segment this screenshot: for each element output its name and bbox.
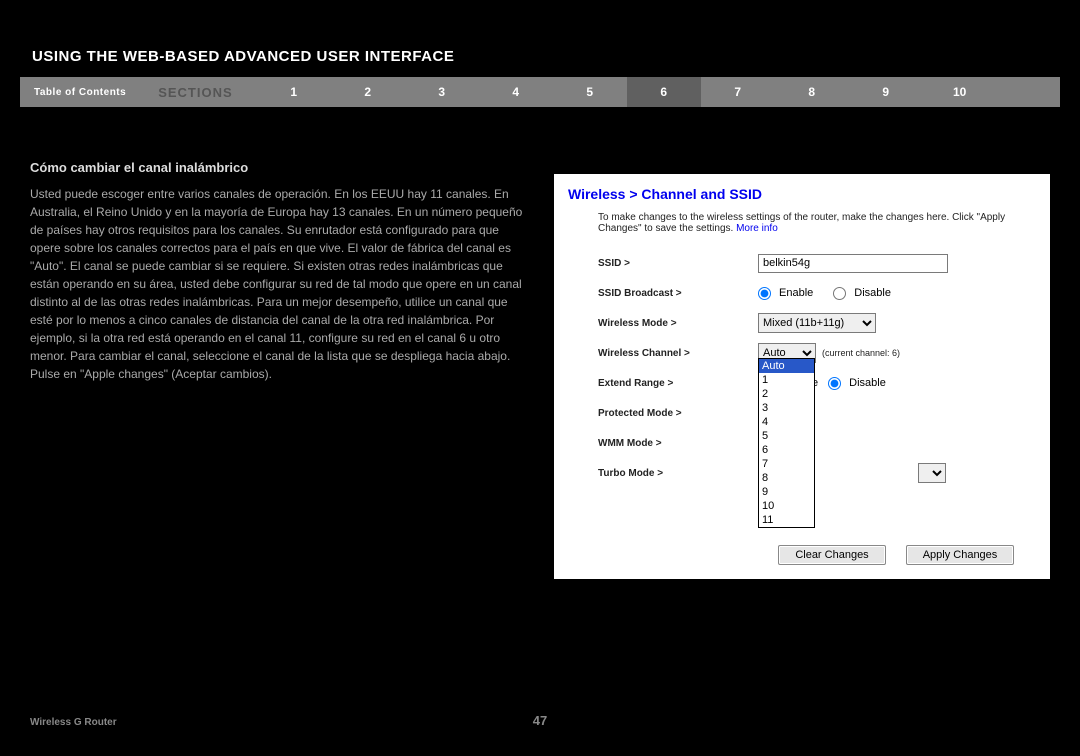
label-protected-mode[interactable]: Protected Mode > [598, 408, 758, 419]
body-paragraph: Usted puede escoger entre varios canales… [30, 185, 525, 383]
more-info-link[interactable]: More info [736, 223, 778, 234]
nav-section-4[interactable]: 4 [479, 85, 553, 99]
label-turbo-mode[interactable]: Turbo Mode > [598, 468, 758, 479]
channel-option[interactable]: Auto [759, 359, 814, 373]
panel-description: To make changes to the wireless settings… [554, 208, 1050, 242]
disable-label-2: Disable [849, 377, 886, 389]
nav-section-8[interactable]: 8 [775, 85, 849, 99]
left-content: Cómo cambiar el canal inalámbrico Usted … [30, 160, 525, 383]
label-ssid[interactable]: SSID > [598, 258, 758, 269]
nav-toc-link[interactable]: Table of Contents [20, 87, 140, 98]
channel-option[interactable]: 3 [759, 401, 814, 415]
channel-option[interactable]: 7 [759, 457, 814, 471]
nav-section-9[interactable]: 9 [849, 85, 923, 99]
wireless-mode-select[interactable]: Mixed (11b+11g) [758, 313, 876, 333]
nav-section-6[interactable]: 6 [627, 77, 701, 107]
enable-label: Enable [779, 287, 813, 299]
apply-changes-button[interactable]: Apply Changes [906, 545, 1014, 565]
channel-option[interactable]: 8 [759, 471, 814, 485]
extend-range-disable-radio[interactable] [828, 377, 841, 390]
channel-option[interactable]: 2 [759, 387, 814, 401]
nav-section-10[interactable]: 10 [923, 85, 997, 99]
label-wireless-mode[interactable]: Wireless Mode > [598, 318, 758, 329]
panel-title: Wireless > Channel and SSID [554, 174, 1050, 208]
channel-option[interactable]: 6 [759, 443, 814, 457]
router-settings-panel: Wireless > Channel and SSID To make chan… [554, 174, 1050, 579]
nav-section-2[interactable]: 2 [331, 85, 405, 99]
channel-option[interactable]: 4 [759, 415, 814, 429]
ssid-broadcast-enable-radio[interactable] [758, 287, 771, 300]
channel-option[interactable]: 1 [759, 373, 814, 387]
current-channel-note: (current channel: 6) [822, 348, 900, 358]
channel-option[interactable]: 10 [759, 499, 814, 513]
label-ssid-broadcast[interactable]: SSID Broadcast > [598, 288, 758, 299]
label-wireless-channel[interactable]: Wireless Channel > [598, 348, 758, 359]
nav-section-5[interactable]: 5 [553, 85, 627, 99]
panel-desc-text: To make changes to the wireless settings… [598, 212, 1005, 234]
page-header: USING THE WEB-BASED ADVANCED USER INTERF… [20, 41, 1060, 71]
button-row: Clear Changes Apply Changes [554, 545, 1050, 565]
nav-section-1[interactable]: 1 [257, 85, 331, 99]
subheading: Cómo cambiar el canal inalámbrico [30, 160, 525, 175]
channel-option[interactable]: 5 [759, 429, 814, 443]
clear-changes-button[interactable]: Clear Changes [778, 545, 886, 565]
label-extend-range[interactable]: Extend Range > [598, 378, 758, 389]
footer-page-number: 47 [0, 713, 1080, 728]
page-title: USING THE WEB-BASED ADVANCED USER INTERF… [32, 48, 454, 65]
nav-sections-label: SECTIONS [140, 85, 256, 100]
nav-section-3[interactable]: 3 [405, 85, 479, 99]
form-area: SSID > SSID Broadcast > Enable Disable W… [554, 242, 1050, 488]
ssid-broadcast-disable-radio[interactable] [833, 287, 846, 300]
channel-option[interactable]: 11 [759, 513, 814, 527]
disable-label: Disable [854, 287, 891, 299]
section-nav: Table of Contents SECTIONS 1 2 3 4 5 6 7… [20, 77, 1060, 107]
ssid-input[interactable] [758, 254, 948, 273]
nav-section-7[interactable]: 7 [701, 85, 775, 99]
turbo-mode-select[interactable] [918, 463, 946, 483]
channel-dropdown-list[interactable]: Auto 1 2 3 4 5 6 7 8 9 10 11 [758, 358, 815, 528]
label-wmm-mode[interactable]: WMM Mode > [598, 438, 758, 449]
channel-option[interactable]: 9 [759, 485, 814, 499]
